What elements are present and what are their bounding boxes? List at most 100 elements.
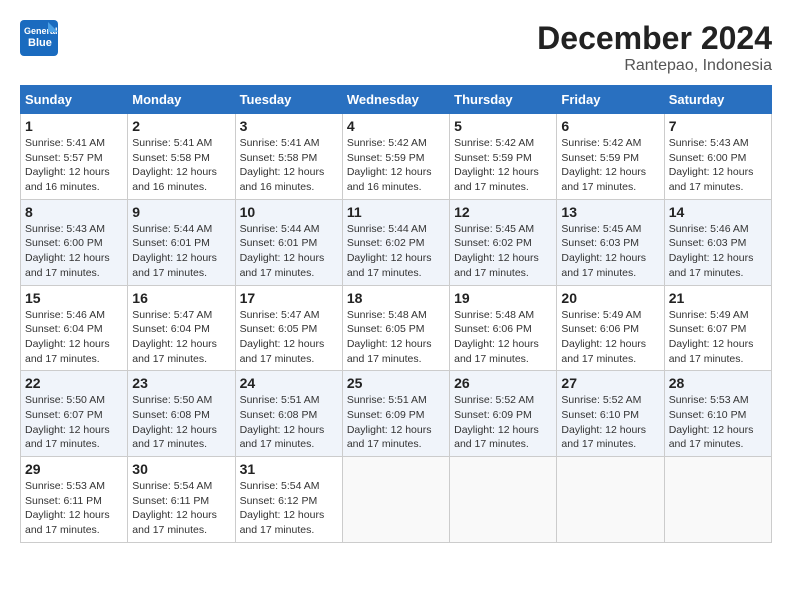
calendar-cell: 20Sunrise: 5:49 AM Sunset: 6:06 PM Dayli…: [557, 285, 664, 371]
calendar-week-row: 8Sunrise: 5:43 AM Sunset: 6:00 PM Daylig…: [21, 199, 772, 285]
day-info: Sunrise: 5:51 AM Sunset: 6:08 PM Dayligh…: [240, 393, 338, 452]
day-number: 27: [561, 375, 659, 391]
day-info: Sunrise: 5:52 AM Sunset: 6:09 PM Dayligh…: [454, 393, 552, 452]
day-info: Sunrise: 5:50 AM Sunset: 6:07 PM Dayligh…: [25, 393, 123, 452]
day-info: Sunrise: 5:41 AM Sunset: 5:58 PM Dayligh…: [132, 136, 230, 195]
calendar-cell: 12 Sunrise: 5:45 AM Sunset: 6:02 PM Dayli…: [450, 199, 557, 285]
location: Rantepao, Indonesia: [537, 57, 772, 75]
calendar-cell: 13Sunrise: 5:45 AM Sunset: 6:03 PM Dayli…: [557, 199, 664, 285]
calendar-cell: 7Sunrise: 5:43 AM Sunset: 6:00 PM Daylig…: [664, 114, 771, 200]
day-number: 13: [561, 204, 659, 220]
day-info: Sunrise: 5:42 AM Sunset: 5:59 PM Dayligh…: [454, 136, 552, 195]
weekday-header-wednesday: Wednesday: [342, 86, 449, 114]
calendar-cell: 5 Sunrise: 5:42 AM Sunset: 5:59 PM Daylig…: [450, 114, 557, 200]
day-info: Sunrise: 5:45 AM Sunset: 6:02 PM Dayligh…: [454, 222, 552, 281]
day-number: 14: [669, 204, 767, 220]
day-number: 18: [347, 290, 445, 306]
calendar-cell: [664, 457, 771, 543]
weekday-header-thursday: Thursday: [450, 86, 557, 114]
day-number: 9: [132, 204, 230, 220]
calendar-week-row: 15 Sunrise: 5:46 AM Sunset: 6:04 PM Dayli…: [21, 285, 772, 371]
day-info: Sunrise: 5:49 AM Sunset: 6:07 PM Dayligh…: [669, 308, 767, 367]
day-number: 6: [561, 118, 659, 134]
day-info: Sunrise: 5:49 AM Sunset: 6:06 PM Dayligh…: [561, 308, 659, 367]
day-info: Sunrise: 5:53 AM Sunset: 6:11 PM Dayligh…: [25, 479, 123, 538]
day-number: 25: [347, 375, 445, 391]
day-info: Sunrise: 5:51 AM Sunset: 6:09 PM Dayligh…: [347, 393, 445, 452]
day-info: Sunrise: 5:41 AM Sunset: 5:57 PM Dayligh…: [25, 136, 123, 195]
day-number: 22: [25, 375, 123, 391]
weekday-header-tuesday: Tuesday: [235, 86, 342, 114]
calendar-cell: 26 Sunrise: 5:52 AM Sunset: 6:09 PM Dayli…: [450, 371, 557, 457]
calendar-cell: 9 Sunrise: 5:44 AM Sunset: 6:01 PM Daylig…: [128, 199, 235, 285]
day-number: 26: [454, 375, 552, 391]
day-info: Sunrise: 5:42 AM Sunset: 5:59 PM Dayligh…: [561, 136, 659, 195]
page-header: General Blue December 2024 Rantepao, Ind…: [20, 20, 772, 75]
day-number: 31: [240, 461, 338, 477]
calendar-cell: 17Sunrise: 5:47 AM Sunset: 6:05 PM Dayli…: [235, 285, 342, 371]
logo: General Blue: [20, 20, 64, 56]
calendar-table: SundayMondayTuesdayWednesdayThursdayFrid…: [20, 85, 772, 543]
day-info: Sunrise: 5:54 AM Sunset: 6:11 PM Dayligh…: [132, 479, 230, 538]
calendar-cell: 8Sunrise: 5:43 AM Sunset: 6:00 PM Daylig…: [21, 199, 128, 285]
day-info: Sunrise: 5:47 AM Sunset: 6:05 PM Dayligh…: [240, 308, 338, 367]
calendar-cell: 16 Sunrise: 5:47 AM Sunset: 6:04 PM Dayli…: [128, 285, 235, 371]
calendar-cell: 4 Sunrise: 5:42 AM Sunset: 5:59 PM Daylig…: [342, 114, 449, 200]
calendar-cell: 14 Sunrise: 5:46 AM Sunset: 6:03 PM Dayli…: [664, 199, 771, 285]
day-number: 1: [25, 118, 123, 134]
calendar-cell: 1 Sunrise: 5:41 AM Sunset: 5:57 PM Daylig…: [21, 114, 128, 200]
logo-icon: General Blue: [20, 20, 60, 56]
day-info: Sunrise: 5:44 AM Sunset: 6:02 PM Dayligh…: [347, 222, 445, 281]
calendar-cell: 3Sunrise: 5:41 AM Sunset: 5:58 PM Daylig…: [235, 114, 342, 200]
calendar-cell: 24 Sunrise: 5:51 AM Sunset: 6:08 PM Dayli…: [235, 371, 342, 457]
day-number: 24: [240, 375, 338, 391]
title-section: December 2024 Rantepao, Indonesia: [537, 20, 772, 75]
weekday-header-sunday: Sunday: [21, 86, 128, 114]
day-info: Sunrise: 5:47 AM Sunset: 6:04 PM Dayligh…: [132, 308, 230, 367]
calendar-cell: 21 Sunrise: 5:49 AM Sunset: 6:07 PM Dayli…: [664, 285, 771, 371]
weekday-header-monday: Monday: [128, 86, 235, 114]
day-info: Sunrise: 5:48 AM Sunset: 6:05 PM Dayligh…: [347, 308, 445, 367]
day-info: Sunrise: 5:48 AM Sunset: 6:06 PM Dayligh…: [454, 308, 552, 367]
day-info: Sunrise: 5:44 AM Sunset: 6:01 PM Dayligh…: [132, 222, 230, 281]
weekday-header-friday: Friday: [557, 86, 664, 114]
day-number: 15: [25, 290, 123, 306]
calendar-cell: 11 Sunrise: 5:44 AM Sunset: 6:02 PM Dayli…: [342, 199, 449, 285]
calendar-cell: 30Sunrise: 5:54 AM Sunset: 6:11 PM Dayli…: [128, 457, 235, 543]
day-number: 28: [669, 375, 767, 391]
calendar-cell: [557, 457, 664, 543]
calendar-cell: 23 Sunrise: 5:50 AM Sunset: 6:08 PM Dayli…: [128, 371, 235, 457]
calendar-cell: [450, 457, 557, 543]
calendar-cell: 29 Sunrise: 5:53 AM Sunset: 6:11 PM Dayli…: [21, 457, 128, 543]
day-info: Sunrise: 5:42 AM Sunset: 5:59 PM Dayligh…: [347, 136, 445, 195]
calendar-week-row: 1 Sunrise: 5:41 AM Sunset: 5:57 PM Daylig…: [21, 114, 772, 200]
day-number: 12: [454, 204, 552, 220]
day-number: 5: [454, 118, 552, 134]
day-info: Sunrise: 5:44 AM Sunset: 6:01 PM Dayligh…: [240, 222, 338, 281]
day-number: 4: [347, 118, 445, 134]
calendar-cell: 27Sunrise: 5:52 AM Sunset: 6:10 PM Dayli…: [557, 371, 664, 457]
day-number: 21: [669, 290, 767, 306]
calendar-cell: 25 Sunrise: 5:51 AM Sunset: 6:09 PM Dayli…: [342, 371, 449, 457]
day-info: Sunrise: 5:54 AM Sunset: 6:12 PM Dayligh…: [240, 479, 338, 538]
day-info: Sunrise: 5:46 AM Sunset: 6:03 PM Dayligh…: [669, 222, 767, 281]
day-number: 3: [240, 118, 338, 134]
calendar-week-row: 29 Sunrise: 5:53 AM Sunset: 6:11 PM Dayli…: [21, 457, 772, 543]
calendar-cell: [342, 457, 449, 543]
calendar-cell: 15 Sunrise: 5:46 AM Sunset: 6:04 PM Dayli…: [21, 285, 128, 371]
day-number: 11: [347, 204, 445, 220]
day-info: Sunrise: 5:43 AM Sunset: 6:00 PM Dayligh…: [669, 136, 767, 195]
calendar-cell: 18 Sunrise: 5:48 AM Sunset: 6:05 PM Dayli…: [342, 285, 449, 371]
day-info: Sunrise: 5:50 AM Sunset: 6:08 PM Dayligh…: [132, 393, 230, 452]
day-number: 8: [25, 204, 123, 220]
calendar-cell: 10 Sunrise: 5:44 AM Sunset: 6:01 PM Dayli…: [235, 199, 342, 285]
day-info: Sunrise: 5:46 AM Sunset: 6:04 PM Dayligh…: [25, 308, 123, 367]
day-number: 23: [132, 375, 230, 391]
day-number: 29: [25, 461, 123, 477]
svg-text:Blue: Blue: [28, 37, 52, 49]
calendar-cell: 22 Sunrise: 5:50 AM Sunset: 6:07 PM Dayli…: [21, 371, 128, 457]
weekday-header-row: SundayMondayTuesdayWednesdayThursdayFrid…: [21, 86, 772, 114]
day-number: 16: [132, 290, 230, 306]
weekday-header-saturday: Saturday: [664, 86, 771, 114]
day-number: 10: [240, 204, 338, 220]
